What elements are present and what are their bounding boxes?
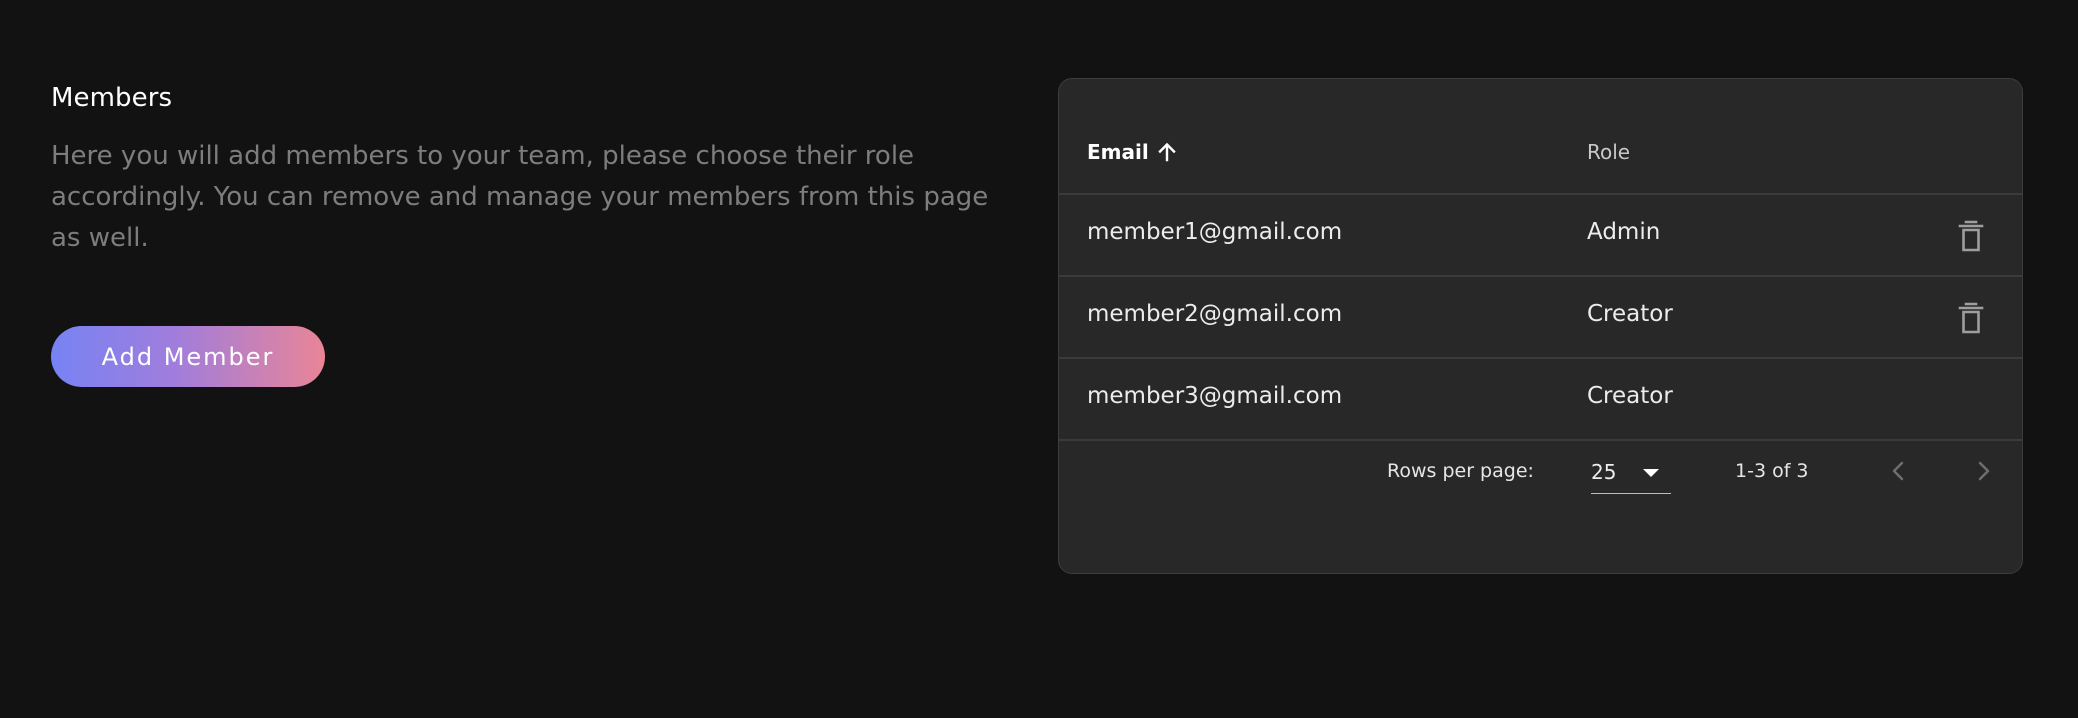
- table-header-row: Email Role: [1059, 79, 2022, 195]
- caret-down-icon: [1643, 469, 1659, 477]
- trash-icon: [1955, 301, 1987, 335]
- member-email: member1@gmail.com: [1087, 219, 1343, 245]
- member-email: member3@gmail.com: [1087, 383, 1343, 409]
- member-role: Creator: [1587, 383, 1673, 409]
- next-page-button[interactable]: [1967, 455, 1999, 487]
- add-member-button[interactable]: Add Member: [51, 326, 325, 387]
- members-table: Email Role member1@gmail.com Admin member2…: [1058, 78, 2023, 574]
- column-header-email-label: Email: [1087, 140, 1149, 164]
- member-role: Creator: [1587, 301, 1673, 327]
- delete-member-button[interactable]: [1955, 301, 1987, 335]
- table-row: member2@gmail.com Creator: [1059, 277, 2022, 359]
- arrow-up-icon: [1155, 140, 1179, 164]
- table-row: member1@gmail.com Admin: [1059, 195, 2022, 277]
- chevron-left-icon: [1892, 461, 1904, 481]
- column-header-role: Role: [1587, 140, 1631, 164]
- member-role: Admin: [1587, 219, 1661, 245]
- table-row: member3@gmail.com Creator: [1059, 359, 2022, 441]
- delete-member-button[interactable]: [1955, 219, 1987, 253]
- table-body: member1@gmail.com Admin member2@gmail.com C…: [1059, 195, 2022, 441]
- members-section: Members Here you will add members to you…: [51, 78, 1021, 259]
- pagination: Rows per page: 25 1-3 of 3: [1059, 441, 2022, 521]
- section-description: Here you will add members to your team, …: [51, 141, 989, 253]
- chevron-right-icon: [1978, 461, 1990, 481]
- section-title: Members: [51, 83, 173, 113]
- rows-per-page-label: Rows per page:: [1387, 460, 1534, 482]
- member-email: member2@gmail.com: [1087, 301, 1343, 327]
- page-range-text: 1-3 of 3: [1735, 460, 1809, 482]
- column-header-email[interactable]: Email: [1087, 140, 1179, 164]
- previous-page-button[interactable]: [1883, 455, 1915, 487]
- rows-per-page-select[interactable]: 25: [1591, 451, 1671, 494]
- trash-icon: [1955, 219, 1987, 253]
- rows-per-page-value: 25: [1591, 460, 1617, 484]
